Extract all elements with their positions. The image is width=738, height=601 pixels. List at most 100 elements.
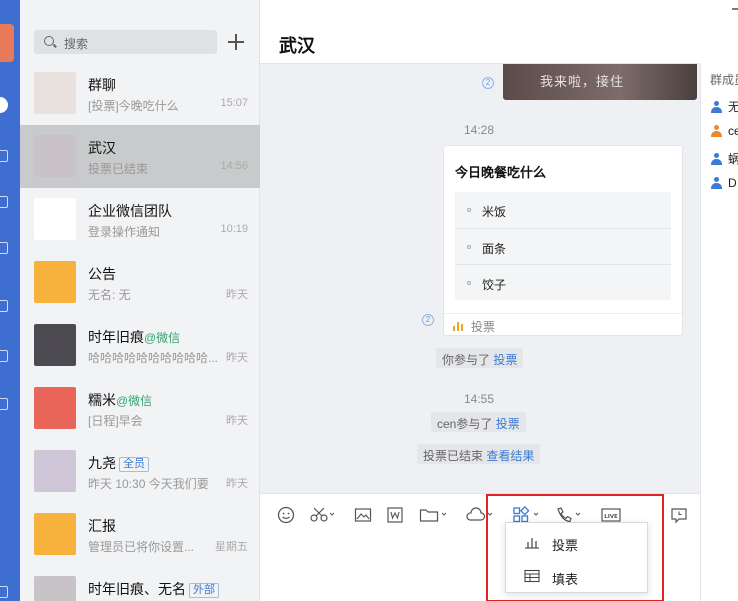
docs-nav-icon[interactable] (0, 300, 8, 312)
conversation-item[interactable]: 公告无名: 无 昨天 (20, 251, 260, 314)
bullet-icon (467, 208, 471, 212)
conversation-item[interactable]: 时年旧痕、无名 外部 (20, 566, 260, 601)
conversation-preview: 登录操作通知 (88, 225, 161, 239)
conversation-preview: 管理员已将你设置... (88, 540, 195, 554)
chat-header: 武汉 (260, 0, 700, 64)
conversation-time: 星期五 (215, 541, 248, 553)
conversation-name: 时年旧痕@微信 (88, 329, 181, 345)
conversation-preview: 投票已结束 (88, 162, 149, 176)
conversation-item[interactable]: 企业微信团队 登录操作通知 10:19 (20, 188, 260, 251)
calendar-nav-icon[interactable] (0, 196, 8, 208)
apps-popup-menu: 投票 填表 (505, 522, 648, 593)
member-item[interactable]: 蜗牛 (711, 150, 738, 166)
conversation-name: 糯米@微信 (88, 392, 153, 408)
conversation-tag: 外部 (189, 583, 219, 598)
conversation-item[interactable]: 汇报管理员已将你设置... 星期五 (20, 503, 260, 566)
app-sidebar-rail (0, 0, 20, 601)
conversation-name: 武汉 (88, 140, 116, 156)
vote-option[interactable]: 米饭 (455, 192, 671, 228)
bar-chart-icon (453, 321, 465, 331)
avatar (34, 324, 76, 366)
conversation-item[interactable]: 武汉 投票已结束 14:56 (20, 125, 260, 188)
read-count-badge[interactable]: 2 (422, 314, 434, 326)
conversation-name: 九尧 全员 (88, 453, 149, 473)
vote-footer-label: 投票 (471, 320, 496, 334)
add-button[interactable] (226, 30, 246, 54)
conversation-name: 汇报 (88, 518, 116, 534)
conversation-time: 昨天 (226, 352, 248, 364)
vote-link[interactable]: 投票 (493, 353, 517, 367)
system-message: 你参与了 投票 (436, 348, 524, 368)
bullet-icon (467, 281, 471, 285)
conversation-preview: 昨天 10:30 今天我们要 (88, 477, 209, 491)
conversation-name: 企业微信团队 (88, 203, 172, 219)
avatar (34, 576, 76, 601)
person-icon (711, 101, 722, 113)
system-message: 投票已结束 查看结果 (417, 444, 541, 464)
vote-card[interactable]: 今日晚餐吃什么 米饭 面条 饺子 投票 (443, 145, 683, 336)
image-message[interactable]: 我来啦，接住 (503, 64, 697, 100)
conversation-preview: [日程]早会 (88, 414, 143, 428)
conversation-item[interactable]: 群聊 [投票]今晚吃什么 15:07 (20, 62, 260, 125)
conversation-preview: 哈哈哈哈哈哈哈哈哈哈... (88, 351, 219, 365)
messages-nav-icon[interactable] (0, 97, 8, 113)
search-input[interactable]: 搜索 (34, 30, 217, 54)
conversation-tag: @微信 (144, 331, 181, 345)
vote-title: 今日晚餐吃什么 (455, 165, 547, 180)
bullet-icon (467, 245, 471, 249)
timestamp: 14:55 (464, 392, 495, 406)
conversation-item[interactable]: 时年旧痕@微信哈哈哈哈哈哈哈哈哈哈... 昨天 (20, 314, 260, 377)
member-item[interactable]: 无名 (711, 98, 738, 114)
chat-panel: 武汉 2 我来啦，接住 14:28 今日晚餐吃什么 米饭 面条 饺子 投票 2 … (260, 0, 700, 601)
emoji-icon[interactable] (277, 506, 295, 524)
workbench-nav-icon[interactable] (0, 242, 8, 254)
contacts-nav-icon[interactable] (0, 150, 8, 162)
scissors-icon[interactable] (310, 506, 336, 524)
menu-item-vote[interactable]: 投票 (506, 525, 647, 559)
member-panel-title: 群成员 (710, 73, 738, 87)
image-caption: 我来啦，接住 (540, 74, 625, 89)
image-icon[interactable] (354, 506, 372, 524)
avatar (34, 387, 76, 429)
avatar (34, 135, 76, 177)
vote-options: 米饭 面条 饺子 (455, 192, 671, 300)
history-icon[interactable] (670, 506, 688, 524)
user-avatar[interactable] (0, 24, 14, 62)
member-item[interactable]: D (711, 176, 738, 192)
person-icon (711, 177, 722, 189)
chat-title: 武汉 (279, 36, 315, 56)
read-count-badge[interactable]: 2 (482, 77, 494, 89)
folder-icon[interactable] (419, 506, 449, 524)
avatar (34, 72, 76, 114)
vote-link[interactable]: 投票 (496, 417, 520, 431)
conversation-list: 搜索 群聊 [投票]今晚吃什么 15:07 武汉 投票已结束 14:56 企业微信团队 登录操… (20, 0, 260, 601)
conversation-item[interactable]: 糯米@微信 [日程]早会 昨天 (20, 377, 260, 440)
avatar (34, 261, 76, 303)
cloud-nav-icon[interactable] (0, 398, 8, 410)
more-nav-icon[interactable] (0, 586, 8, 598)
conversation-time: 15:07 (220, 97, 248, 109)
conversation-preview: 无名: 无 (88, 288, 131, 302)
vote-option[interactable]: 饺子 (455, 264, 671, 300)
conversation-item[interactable]: 九尧 全员 昨天 10:30 今天我们要 昨天 (20, 440, 260, 503)
vote-option[interactable]: 面条 (455, 228, 671, 264)
menu-item-form[interactable]: 填表 (506, 559, 647, 593)
conversation-time: 昨天 (226, 415, 248, 427)
conversation-time: 昨天 (226, 289, 248, 301)
search-placeholder: 搜索 (64, 37, 89, 51)
minimize-icon[interactable] (732, 8, 738, 10)
view-results-link[interactable]: 查看结果 (486, 449, 534, 463)
box-nav-icon[interactable] (0, 350, 8, 362)
avatar (34, 198, 76, 240)
word-icon[interactable] (386, 506, 404, 524)
person-icon (711, 125, 722, 137)
search-icon (44, 36, 54, 46)
conversation-name: 公告 (88, 266, 116, 282)
vote-footer: 投票 (444, 313, 682, 336)
avatar (34, 513, 76, 555)
system-message: cen参与了 投票 (431, 412, 526, 432)
member-item[interactable]: cen (711, 124, 738, 140)
conversation-name: 群聊 (88, 77, 116, 93)
conversation-name: 时年旧痕、无名 外部 (88, 579, 219, 599)
conversation-preview: [投票]今晚吃什么 (88, 99, 179, 113)
